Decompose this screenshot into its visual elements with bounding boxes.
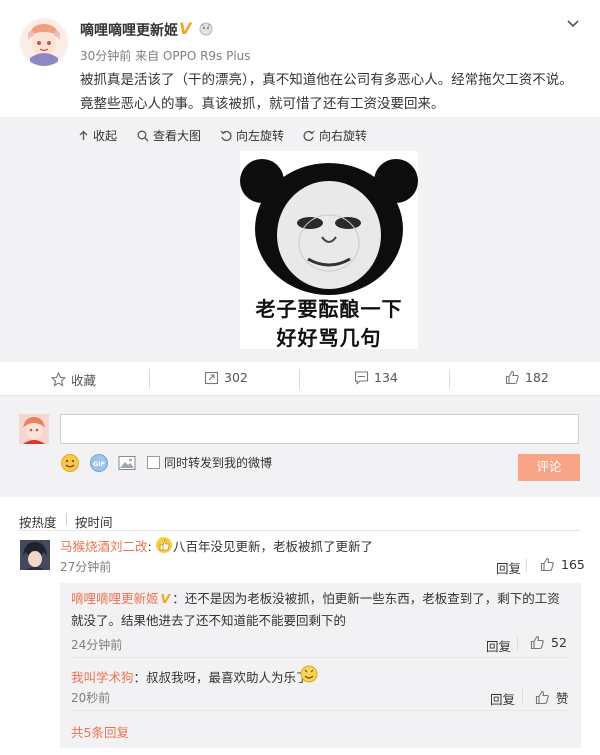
comment-time: 27分钟前 — [60, 560, 112, 574]
repost-button[interactable]: 302 — [204, 370, 248, 385]
collapse-label: 收起 — [93, 129, 118, 143]
forward-label[interactable]: 同时转发到我的微博 — [164, 454, 272, 471]
commenter-name-text[interactable]: 马猴烧酒刘二改 — [60, 539, 148, 554]
view-large-button[interactable]: 查看大图 — [137, 127, 201, 144]
comment-input[interactable] — [60, 414, 579, 444]
poster-username[interactable]: 嘀哩嘀哩更新姬 — [80, 20, 178, 40]
reply-time: 20秒前 — [71, 691, 111, 705]
picture-icon[interactable] — [117, 453, 137, 477]
rotate-right-icon — [303, 130, 315, 141]
rotate-right-button[interactable]: 向右旋转 — [303, 127, 367, 144]
action-divider — [526, 558, 527, 572]
reply-button[interactable]: 回复 — [486, 636, 511, 655]
action-divider — [149, 369, 150, 389]
comment-count: 134 — [374, 370, 398, 385]
post-text: 被抓真是活该了（干的漂亮），真不知道他在公司有多恶心人。经常拖欠工资不说。竟整些… — [80, 72, 573, 112]
gif-label: GIF — [93, 460, 105, 468]
reply-text: 我叫学术狗：叔叔我呀，最喜欢助人为乐了 — [71, 667, 309, 686]
meme-caption-line1: 老子要酝酿一下 — [255, 297, 403, 321]
vip-icon — [198, 20, 214, 36]
more-replies-link[interactable]: 共5条回复 — [71, 722, 129, 741]
reply-author[interactable]: 我叫学术狗 — [71, 670, 134, 685]
submit-comment-button[interactable]: 评论 — [518, 454, 580, 481]
reply-button[interactable]: 回复 — [496, 558, 521, 577]
sort-by-hot[interactable]: 按热度 — [19, 512, 57, 531]
reply-body: ：叔叔我呀，最喜欢助人为乐了 — [133, 670, 309, 685]
emoji-icon[interactable] — [60, 453, 80, 477]
post-time-source: 30分钟前 来自 OPPO R9s Plus — [80, 49, 251, 63]
rotate-left-button[interactable]: 向左旋转 — [220, 127, 284, 144]
rotate-left-icon — [220, 130, 232, 141]
favorite-label: 收藏 — [71, 373, 97, 388]
reply-like-count: 52 — [551, 635, 567, 650]
action-divider — [522, 689, 523, 703]
divider — [70, 657, 570, 658]
repost-icon — [204, 371, 219, 385]
repost-count: 302 — [224, 370, 248, 385]
view-large-label: 查看大图 — [153, 129, 202, 143]
zoom-icon — [137, 130, 149, 141]
divider — [70, 710, 570, 711]
meme-caption-line2: 好好骂几句 — [276, 326, 382, 350]
my-avatar[interactable] — [19, 414, 49, 444]
like-button[interactable]: 182 — [505, 370, 549, 385]
reply-like-button[interactable]: 赞 — [535, 688, 569, 707]
comment-like-button[interactable]: 165 — [540, 557, 585, 572]
reply-text: 嘀哩嘀哩更新姬 V ：还不是因为老板没被抓，怕更新一些东西，老板查到了，剩下的工资就… — [71, 588, 571, 632]
favorite-button[interactable]: 收藏 — [51, 370, 96, 389]
sort-by-time[interactable]: 按时间 — [75, 512, 113, 531]
star-icon — [51, 372, 66, 387]
reply-author[interactable]: 嘀哩嘀哩更新姬 — [71, 591, 159, 606]
collapse-icon — [79, 130, 88, 140]
verified-badge: V — [160, 591, 171, 606]
like-count: 182 — [525, 370, 549, 385]
comment-icon — [354, 371, 369, 385]
comment-composer — [0, 396, 600, 497]
gif-icon[interactable]: GIF — [89, 453, 109, 477]
reply-button[interactable]: 回复 — [490, 689, 515, 708]
chevron-down-icon[interactable] — [565, 16, 581, 32]
reply-like-button[interactable]: 52 — [530, 635, 567, 650]
forward-checkbox[interactable] — [147, 456, 160, 469]
divider — [19, 530, 581, 531]
thumbs-up-icon — [540, 557, 554, 572]
action-divider — [299, 369, 300, 389]
rotate-right-label: 向右旋转 — [319, 129, 368, 143]
name-colon: : — [147, 539, 152, 554]
smile-emoji-icon — [300, 665, 318, 687]
collapse-button[interactable]: 收起 — [78, 127, 117, 144]
commenter-avatar[interactable] — [20, 540, 50, 570]
thumb-emoji-icon — [155, 536, 173, 558]
reply-like-count: 赞 — [556, 691, 569, 706]
action-divider — [517, 636, 518, 650]
verified-badge: V — [179, 19, 192, 38]
poster-avatar[interactable] — [20, 18, 68, 66]
commenter-name[interactable]: 马猴烧酒刘二改: — [60, 536, 152, 555]
sort-divider — [66, 513, 67, 525]
comment-text: 八百年没见更新，老板被抓了更新了 — [173, 539, 374, 554]
thumbs-up-icon — [505, 370, 519, 385]
comment-button[interactable]: 134 — [354, 370, 398, 385]
comment-like-count: 165 — [561, 557, 585, 572]
action-divider — [449, 369, 450, 389]
thumbs-up-icon — [535, 690, 549, 705]
thumbs-up-icon — [530, 635, 544, 650]
rotate-left-label: 向左旋转 — [236, 129, 285, 143]
reply-time: 24分钟前 — [71, 638, 123, 652]
